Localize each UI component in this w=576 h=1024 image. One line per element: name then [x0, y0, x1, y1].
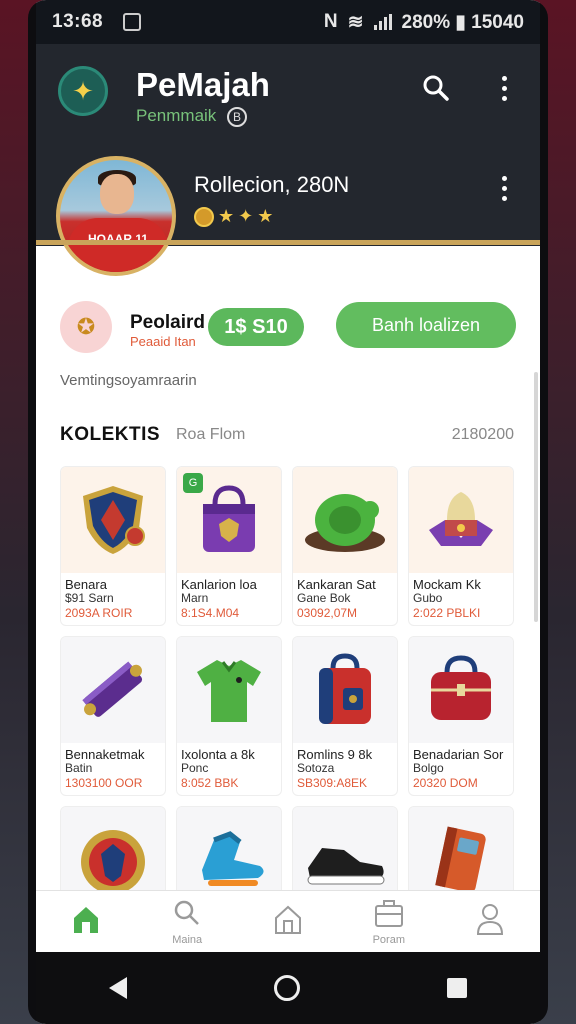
rank-sub: Peaaid Itan [130, 334, 196, 349]
nav-label: Maina [172, 933, 203, 946]
briefcase-icon [373, 898, 405, 934]
card-sub: Gubo [413, 592, 443, 605]
shirt-icon [177, 637, 281, 743]
collection-card[interactable]: Mockam Kk Gubo 2:022 PBLKI [408, 466, 514, 626]
card-price: 1303100 OOR [65, 776, 143, 790]
phone-frame: 13:68 N ≋ 280% ▮ 15040 ✦ PeMajah Penmmai… [28, 0, 548, 1024]
card-price: 8:1S4.M04 [181, 606, 240, 620]
price-button[interactable]: 1$ S10 [208, 308, 304, 346]
wifi-icon: ≋ [347, 11, 364, 33]
collection-card[interactable]: Romlins 9 8k Sotoza SB309:A8EK [292, 636, 398, 796]
collection-card[interactable]: Bennaketmak Batin 1303100 OOR [60, 636, 166, 796]
profile-icon [475, 902, 505, 942]
header-divider [36, 240, 540, 245]
card-price: 2093A ROIR [65, 606, 133, 620]
card-name: Benadarian Sor [413, 747, 504, 762]
collection-title: KOLEKTIS [60, 424, 161, 445]
card-name: Bennaketmak [65, 747, 145, 762]
collection-card[interactable]: Kankaran Sat Gane Bok 03092,07M [292, 466, 398, 626]
registered-badge-icon: B [227, 106, 248, 127]
search-icon [172, 898, 202, 934]
collection-card[interactable]: Benadarian Sor Bolgo 20320 DOM [408, 636, 514, 796]
scroll-icon [61, 637, 165, 743]
new-tag-icon: G [183, 473, 203, 493]
profile-more-icon[interactable] [486, 170, 522, 206]
status-bar: 13:68 N ≋ 280% ▮ 15040 [36, 0, 540, 44]
signal-icon [373, 14, 392, 30]
status-time: 13:68 [52, 11, 104, 32]
backpack-icon [293, 637, 397, 743]
collection-sub: Roa Flom [176, 426, 246, 443]
card-name: Ixolonta a 8k [181, 747, 255, 762]
card-name: Romlins 9 8k [297, 747, 373, 762]
card-price: 2:022 PBLKI [413, 606, 481, 620]
card-name: Mockam Kk [413, 577, 481, 592]
bottom-nav: Maina Poram [36, 890, 540, 952]
app-subtitle-text: Penmmaik [136, 106, 217, 125]
profile-badges: ★ ✦ ★ [194, 206, 273, 227]
scrollbar[interactable] [534, 372, 538, 622]
trophy-icon[interactable]: ✦ [58, 66, 108, 116]
more-menu-icon[interactable] [486, 70, 522, 106]
rank-row: ✪ Peolaird Peaaid Itan 1$ S10 Banh loali… [36, 246, 540, 366]
card-sub: Bolgo [413, 762, 444, 775]
nav-item-house-outline[interactable] [238, 891, 339, 952]
home-icon [69, 902, 103, 942]
trunk-icon [409, 637, 513, 743]
app-title: PeMajah [136, 66, 270, 103]
turtle-icon [293, 467, 397, 573]
collection-card[interactable]: Benara $91 Sarn 2093A ROIR [60, 466, 166, 626]
nav-item-search[interactable]: Maina [137, 891, 238, 952]
nav-item-briefcase[interactable]: Poram [338, 891, 439, 952]
info-note: Vemtingsoyamraarin [60, 372, 197, 389]
action-button[interactable]: Banh loalizen [336, 302, 516, 348]
house-outline-icon [272, 903, 304, 941]
crown-icon [409, 467, 513, 573]
card-price: 8:052 BBK [181, 776, 239, 790]
collection-filter[interactable]: Roa Flom [176, 426, 245, 444]
card-name: Benara [65, 577, 107, 592]
system-nav-bar [36, 952, 540, 1024]
nav-item-home[interactable] [36, 891, 137, 952]
app-subtitle: Penmmaik B [136, 106, 248, 127]
card-sub: $91 Sarn [65, 592, 114, 605]
nav-label: Poram [372, 933, 405, 946]
shield-crest-icon [61, 467, 165, 573]
card-price: 20320 DOM [413, 776, 478, 790]
search-icon[interactable] [418, 70, 454, 106]
card-sub: Ponc [181, 762, 209, 775]
bag-icon: G [177, 467, 281, 573]
recents-icon[interactable] [446, 978, 467, 998]
profile-name: Rollecion, 280N [194, 172, 350, 197]
card-sub: Sotoza [297, 762, 335, 775]
card-price: SB309:A8EK [297, 776, 368, 790]
collection-card[interactable]: G Kanlarion loa Marn 8:1S4.M04 [176, 466, 282, 626]
rank-name: Peolaird [130, 312, 205, 333]
card-sub: Gane Bok [297, 592, 351, 605]
app-header: ✦ PeMajah Penmmaik B HOAAR 11 Rollecion,… [36, 44, 540, 276]
avatar-face [100, 174, 134, 214]
collection-count: 2180200 [451, 426, 514, 443]
card-price: 03092,07M [297, 606, 358, 620]
coin-icon [194, 206, 214, 227]
app-screen: 13:68 N ≋ 280% ▮ 15040 ✦ PeMajah Penmmai… [36, 0, 540, 1024]
status-battery-text: 280% ▮ 15040 [401, 11, 524, 33]
card-name: Kankaran Sat [297, 577, 376, 592]
status-right: N ≋ 280% ▮ 15040 [324, 11, 524, 34]
card-sub: Batin [65, 762, 93, 775]
nav-item-profile[interactable] [439, 891, 540, 952]
card-sub: Marn [181, 592, 209, 605]
nfc-icon: N [323, 11, 338, 32]
rank-emblem-icon: ✪ [60, 301, 112, 353]
notification-icon [123, 13, 142, 31]
back-icon[interactable] [109, 977, 128, 999]
sparkle-icon: ✦ [238, 206, 254, 226]
gold-star-icon: ★ [257, 206, 274, 226]
home-circle-icon[interactable] [273, 975, 300, 1001]
card-name: Kanlarion loa [181, 577, 257, 592]
collection-card[interactable]: Ixolonta a 8k Ponc 8:052 BBK [176, 636, 282, 796]
star-icon: ★ [218, 206, 235, 226]
